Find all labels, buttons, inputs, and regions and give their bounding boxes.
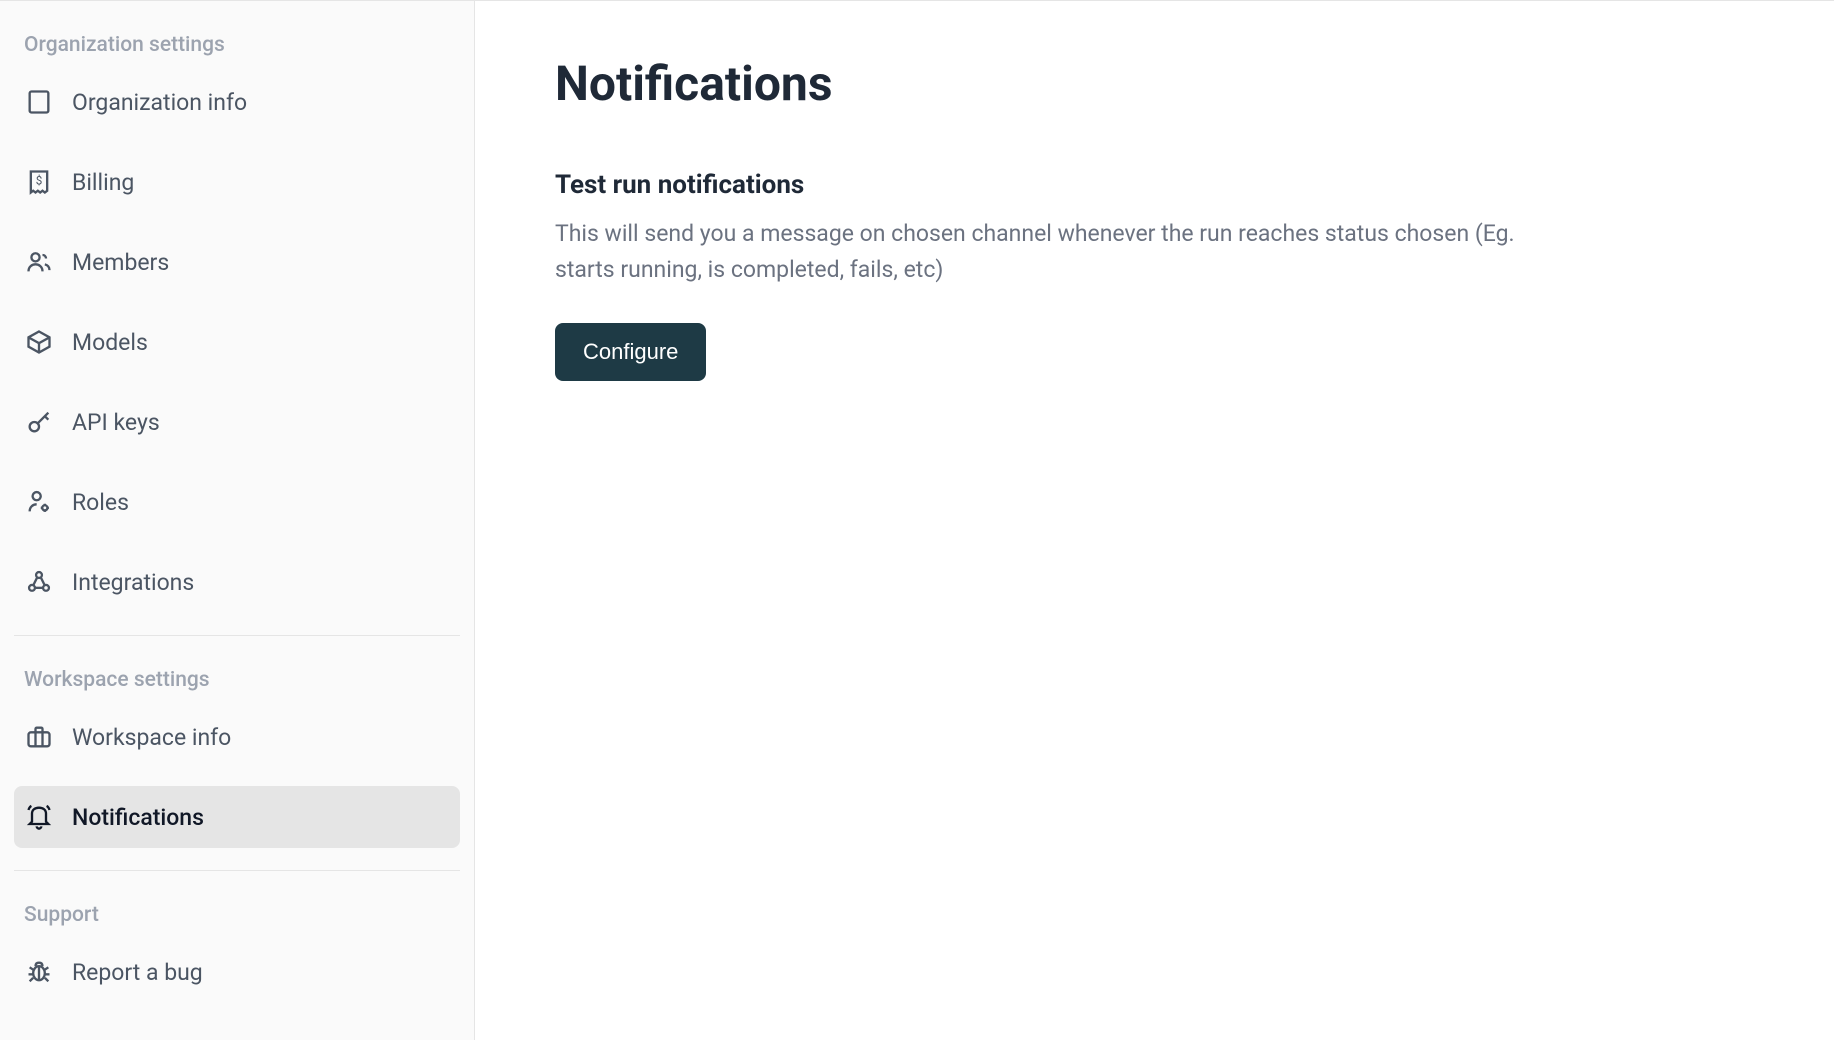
user-gear-icon	[24, 487, 54, 517]
sidebar-divider	[14, 870, 460, 871]
sidebar-item-models[interactable]: Models	[14, 311, 460, 373]
sidebar-item-label: Workspace info	[72, 724, 231, 751]
sidebar-item-label: Models	[72, 329, 148, 356]
configure-button[interactable]: Configure	[555, 323, 706, 381]
sidebar-section-org-header: Organization settings	[14, 25, 460, 71]
svg-text:$: $	[36, 173, 43, 187]
sidebar-item-api-keys[interactable]: API keys	[14, 391, 460, 453]
users-icon	[24, 247, 54, 277]
bug-icon	[24, 957, 54, 987]
sidebar-item-label: Report a bug	[72, 959, 203, 986]
briefcase-icon	[24, 722, 54, 752]
sidebar-item-roles[interactable]: Roles	[14, 471, 460, 533]
section-heading: Test run notifications	[555, 170, 1754, 200]
sidebar-item-label: API keys	[72, 409, 160, 436]
bell-icon	[24, 802, 54, 832]
sidebar-item-billing[interactable]: $ Billing	[14, 151, 460, 213]
sidebar-item-workspace-info[interactable]: Workspace info	[14, 706, 460, 768]
sidebar-item-members[interactable]: Members	[14, 231, 460, 293]
sidebar-item-label: Notifications	[72, 804, 204, 831]
box-icon	[24, 327, 54, 357]
webhook-icon	[24, 567, 54, 597]
sidebar-item-label: Organization info	[72, 89, 247, 116]
sidebar-divider	[14, 635, 460, 636]
main-content: Notifications Test run notifications Thi…	[475, 0, 1834, 1040]
sidebar-item-integrations[interactable]: Integrations	[14, 551, 460, 613]
sidebar-section-workspace-header: Workspace settings	[14, 660, 460, 706]
test-run-notifications-section: Test run notifications This will send yo…	[555, 170, 1754, 381]
key-icon	[24, 407, 54, 437]
page-title: Notifications	[555, 55, 1754, 112]
settings-sidebar: Organization settings Organization info …	[0, 0, 475, 1040]
building-icon	[24, 87, 54, 117]
sidebar-item-report-bug[interactable]: Report a bug	[14, 941, 460, 1003]
sidebar-item-label: Integrations	[72, 569, 194, 596]
section-description: This will send you a message on chosen c…	[555, 216, 1515, 287]
sidebar-item-label: Members	[72, 249, 169, 276]
sidebar-item-label: Roles	[72, 489, 129, 516]
sidebar-item-notifications[interactable]: Notifications	[14, 786, 460, 848]
sidebar-section-support-header: Support	[14, 895, 460, 941]
sidebar-item-organization-info[interactable]: Organization info	[14, 71, 460, 133]
sidebar-item-label: Billing	[72, 169, 134, 196]
receipt-icon: $	[24, 167, 54, 197]
